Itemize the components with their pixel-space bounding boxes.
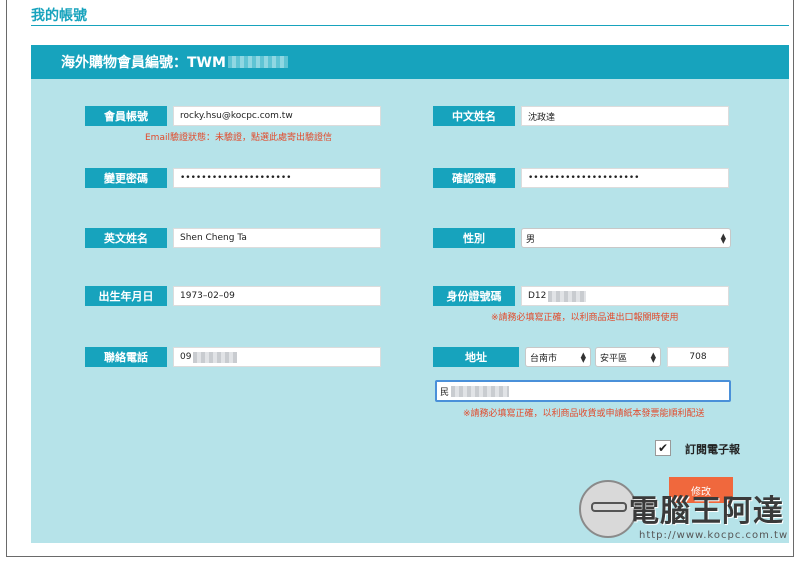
page-title: 我的帳號 bbox=[31, 8, 87, 24]
select-arrows-icon: ▲ ▼ bbox=[650, 351, 656, 364]
watermark-text: 電腦王阿達 bbox=[629, 494, 784, 529]
english-name-field[interactable]: Shen Cheng Ta bbox=[173, 228, 381, 248]
watermark-logo: 電腦王阿達 http://www.kocpc.com.tw bbox=[579, 480, 789, 550]
title-divider bbox=[31, 25, 789, 26]
street-redacted bbox=[451, 385, 510, 397]
change-password-field[interactable]: ••••••••••••••••••••• bbox=[173, 168, 381, 188]
select-arrows-icon: ▲ ▼ bbox=[580, 351, 586, 364]
birthday-field[interactable]: 1973–02–09 bbox=[173, 286, 381, 306]
district-select[interactable]: 安平區 ▲ ▼ bbox=[595, 347, 661, 367]
confirm-password-label: 確認密碼 bbox=[433, 168, 515, 188]
member-id-header: 海外購物會員編號：TWM bbox=[31, 45, 789, 79]
city-select[interactable]: 台南市 ▲ ▼ bbox=[525, 347, 591, 367]
address-label: 地址 bbox=[433, 347, 519, 367]
newsletter-label: 訂閱電子報 bbox=[685, 443, 740, 456]
member-id-redacted bbox=[227, 56, 288, 68]
member-id-label: 海外購物會員編號：TWM bbox=[61, 55, 226, 71]
chinese-name-label: 中文姓名 bbox=[433, 106, 515, 126]
english-name-label: 英文姓名 bbox=[85, 228, 167, 248]
id-number-label: 身份證號碼 bbox=[433, 286, 515, 306]
id-number-value: D12 bbox=[528, 291, 547, 301]
select-arrows-icon: ▲ ▼ bbox=[720, 232, 726, 245]
gender-label: 性別 bbox=[433, 228, 515, 248]
district-value: 安平區 bbox=[600, 353, 628, 364]
chinese-name-field[interactable]: 沈政達 bbox=[521, 106, 729, 126]
phone-redacted bbox=[193, 351, 238, 363]
phone-field[interactable]: 09 bbox=[173, 347, 381, 367]
confirm-password-field[interactable]: ••••••••••••••••••••• bbox=[521, 168, 729, 188]
gender-value: 男 bbox=[526, 234, 536, 245]
street-address-input[interactable]: 民 bbox=[435, 380, 731, 402]
id-note: ※請務必填寫正確，以利商品進出口報關時使用 bbox=[491, 313, 679, 323]
glasses-icon bbox=[591, 502, 627, 512]
city-value: 台南市 bbox=[530, 353, 558, 364]
birthday-label: 出生年月日 bbox=[85, 286, 167, 306]
email-verify-link[interactable]: Email驗證狀態：未驗證，點選此處寄出驗證信 bbox=[145, 130, 332, 143]
id-number-redacted bbox=[548, 290, 587, 302]
address-note: ※請務必填寫正確，以利商品收貨或申請紙本發票能順利配送 bbox=[463, 409, 705, 419]
zip-field[interactable]: 708 bbox=[667, 347, 729, 367]
watermark-url: http://www.kocpc.com.tw bbox=[639, 530, 789, 541]
change-password-label: 變更密碼 bbox=[85, 168, 167, 188]
newsletter-checkbox[interactable]: ✔ bbox=[655, 440, 671, 456]
gender-select[interactable]: 男 ▲ ▼ bbox=[521, 228, 731, 248]
street-value: 民 bbox=[440, 387, 450, 398]
id-number-field[interactable]: D12 bbox=[521, 286, 729, 306]
phone-label: 聯絡電話 bbox=[85, 347, 167, 367]
account-label: 會員帳號 bbox=[85, 106, 167, 126]
phone-value: 09 bbox=[180, 352, 192, 362]
account-field[interactable]: rocky.hsu@kocpc.com.tw bbox=[173, 106, 381, 126]
page-frame: 我的帳號 海外購物會員編號：TWM 會員帳號 rocky.hsu@kocpc.c… bbox=[6, 0, 794, 557]
